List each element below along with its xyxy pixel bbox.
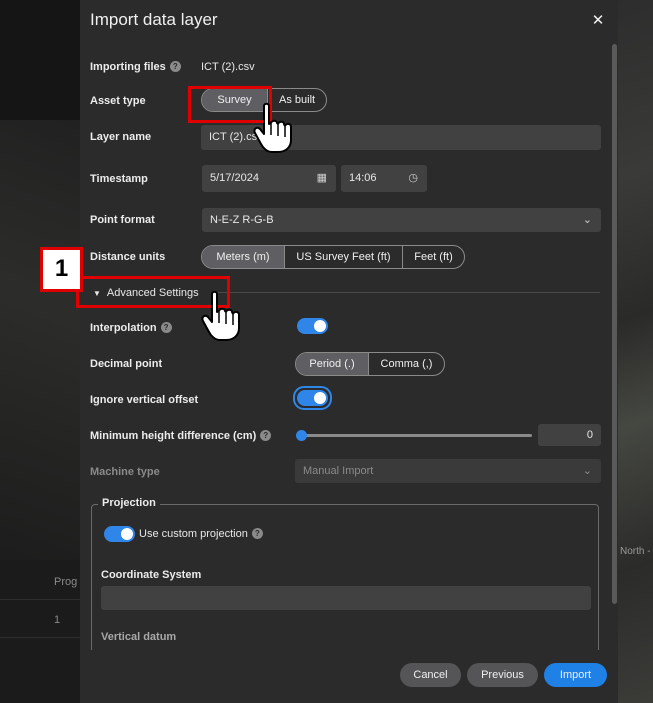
- distance-units-feet-option[interactable]: Feet (ft): [402, 246, 464, 268]
- layer-name-label: Layer name: [90, 131, 152, 143]
- min-height-diff-input[interactable]: 0: [538, 424, 601, 446]
- import-data-layer-dialog: Import data layer ✕ Importing files? ICT…: [80, 0, 618, 703]
- use-custom-projection-switch[interactable]: [104, 526, 135, 542]
- use-custom-projection-label: Use custom projection?: [139, 528, 263, 540]
- background-map-right: [618, 0, 653, 703]
- help-icon[interactable]: ?: [160, 322, 172, 333]
- decimal-point-comma-option[interactable]: Comma (,): [368, 353, 444, 375]
- point-format-select[interactable]: N-E-Z R-G-B ⌄: [202, 208, 601, 232]
- switch-knob: [121, 528, 133, 540]
- help-icon[interactable]: ?: [260, 430, 272, 441]
- timestamp-label: Timestamp: [90, 173, 148, 185]
- timestamp-date-input[interactable]: 5/17/2024 ▦: [202, 165, 336, 192]
- machine-type-label: Machine type: [90, 466, 160, 478]
- clock-icon[interactable]: ◷: [408, 165, 418, 192]
- timestamp-time-input[interactable]: 14:06 ◷: [341, 165, 427, 192]
- background-map-left: [0, 120, 80, 580]
- machine-type-select: Manual Import ⌄: [295, 459, 601, 483]
- coordinate-system-label: Coordinate System: [101, 569, 202, 581]
- importing-files-label-text: Importing files: [90, 61, 166, 73]
- dialog-scrollbar[interactable]: [612, 44, 617, 604]
- pointer-hand-icon: [253, 102, 292, 153]
- advanced-settings-divider: [212, 292, 600, 293]
- timestamp-date-value: 5/17/2024: [210, 172, 259, 184]
- projection-legend: Projection: [98, 497, 160, 509]
- decimal-point-label: Decimal point: [90, 358, 163, 370]
- distance-units-label: Distance units: [90, 251, 166, 263]
- interpolation-label: Interpolation?: [90, 322, 172, 334]
- cancel-button[interactable]: Cancel: [400, 663, 461, 687]
- background-north-label: North -: [620, 546, 651, 557]
- decimal-point-toggle: Period (.) Comma (,): [295, 352, 445, 376]
- importing-files-value: ICT (2).csv: [201, 61, 255, 73]
- chevron-down-icon: ⌄: [582, 214, 592, 226]
- close-icon[interactable]: ✕: [589, 12, 607, 30]
- switch-knob: [314, 392, 326, 404]
- coordinate-system-input[interactable]: [101, 586, 591, 610]
- min-height-diff-slider-thumb[interactable]: [296, 430, 307, 441]
- ignore-vertical-offset-switch[interactable]: [297, 390, 328, 406]
- dialog-footer: Cancel Previous Import: [80, 650, 618, 703]
- decimal-point-period-option[interactable]: Period (.): [296, 353, 368, 375]
- help-icon[interactable]: ?: [169, 61, 181, 72]
- ignore-vertical-offset-label: Ignore vertical offset: [90, 394, 199, 406]
- timestamp-time-value: 14:06: [349, 172, 377, 184]
- distance-units-toggle: Meters (m) US Survey Feet (ft) Feet (ft): [201, 245, 465, 269]
- background-table-header-text: Prog: [54, 576, 78, 588]
- background-table: Prog 1: [0, 560, 80, 703]
- interpolation-label-text: Interpolation: [90, 322, 157, 334]
- importing-files-label: Importing files?: [90, 61, 181, 73]
- chevron-down-icon: ⌄: [582, 465, 592, 477]
- use-custom-projection-label-text: Use custom projection: [139, 528, 248, 540]
- previous-button[interactable]: Previous: [467, 663, 538, 687]
- background-table-row: 1: [0, 600, 80, 638]
- help-icon[interactable]: ?: [251, 528, 263, 539]
- distance-units-us-survey-feet-option[interactable]: US Survey Feet (ft): [284, 246, 402, 268]
- import-button[interactable]: Import: [544, 663, 607, 687]
- point-format-label: Point format: [90, 214, 155, 226]
- annotation-step-number: 1: [40, 247, 83, 292]
- asset-type-label: Asset type: [90, 95, 146, 107]
- dialog-title: Import data layer: [90, 10, 218, 29]
- distance-units-meters-option[interactable]: Meters (m): [202, 246, 284, 268]
- point-format-value: N-E-Z R-G-B: [210, 214, 274, 226]
- min-height-diff-slider-track[interactable]: [301, 434, 532, 437]
- vertical-datum-label: Vertical datum: [101, 631, 177, 643]
- switch-knob: [314, 320, 326, 332]
- machine-type-value: Manual Import: [303, 465, 374, 477]
- pointer-hand-icon: [201, 290, 240, 341]
- background-table-header: Prog: [0, 560, 80, 600]
- interpolation-switch[interactable]: [297, 318, 328, 334]
- calendar-icon[interactable]: ▦: [317, 165, 327, 192]
- min-height-diff-label-text: Minimum height difference (cm): [90, 430, 257, 442]
- background-table-row-text: 1: [54, 614, 61, 626]
- min-height-diff-label: Minimum height difference (cm)?: [90, 430, 272, 442]
